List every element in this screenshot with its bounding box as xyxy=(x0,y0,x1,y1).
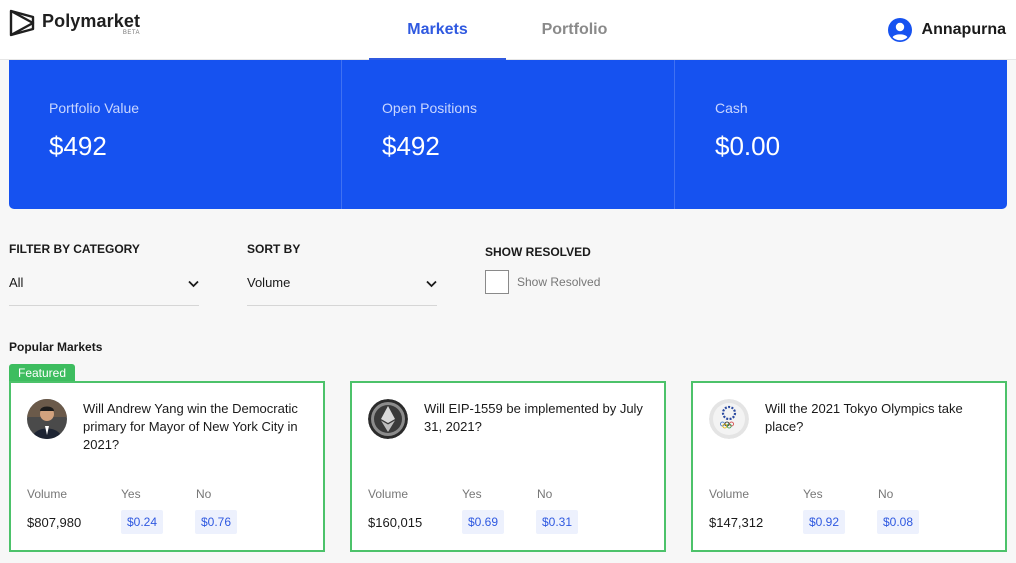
show-resolved-label[interactable]: Show Resolved xyxy=(517,275,600,289)
market-question: Will EIP-1559 be implemented by July 31,… xyxy=(424,401,643,434)
filter-title: FILTER BY CATEGORY xyxy=(9,242,140,256)
stat-label: Open Positions xyxy=(382,100,477,116)
market-card[interactable]: Will the 2021 Tokyo Olympics take place?… xyxy=(691,381,1007,552)
polymarket-logo-icon xyxy=(9,9,35,37)
andrew-yang-photo xyxy=(27,399,67,439)
stat-open-positions: Open Positions $492 xyxy=(342,60,675,209)
market-volume: $147,312 xyxy=(709,515,764,530)
tab-portfolio[interactable]: Portfolio xyxy=(506,0,643,60)
sort-select[interactable]: Volume xyxy=(247,274,437,306)
stat-portfolio-value: Portfolio Value $492 xyxy=(9,60,342,209)
user-menu[interactable]: Annapurna xyxy=(887,18,1006,42)
yes-price-button[interactable]: $0.92 xyxy=(803,510,846,534)
volume-header: Volume xyxy=(368,487,409,501)
ethereum-coin-image xyxy=(368,399,408,439)
sort-filter: SORT BY Volume xyxy=(247,242,437,306)
stat-value: $492 xyxy=(382,131,440,161)
stat-label: Cash xyxy=(715,100,748,116)
beta-tag: BETA xyxy=(122,30,141,36)
featured-badge: Featured xyxy=(9,364,76,382)
category-select-value: All xyxy=(9,275,24,290)
tokyo-olympics-emblem xyxy=(709,399,749,439)
resolved-filter: SHOW RESOLVED Show Resolved xyxy=(485,245,600,294)
category-filter: FILTER BY CATEGORY All xyxy=(9,242,199,306)
stat-cash: Cash $0.00 xyxy=(675,60,1007,209)
no-header: No xyxy=(196,487,212,501)
yes-price-button[interactable]: $0.69 xyxy=(462,510,505,534)
volume-header: Volume xyxy=(27,487,68,501)
tab-markets[interactable]: Markets xyxy=(369,0,506,60)
user-name: Annapurna xyxy=(921,21,1006,38)
market-card[interactable]: Will Andrew Yang win the Democratic prim… xyxy=(9,381,325,552)
stat-label: Portfolio Value xyxy=(49,100,140,116)
no-price-button[interactable]: $0.31 xyxy=(536,510,579,534)
yes-header: Yes xyxy=(803,487,823,501)
volume-header: Volume xyxy=(709,487,750,501)
stat-value: $0.00 xyxy=(715,131,781,161)
top-header: Polymarket BETA Markets Portfolio Annapu… xyxy=(0,0,1016,60)
no-header: No xyxy=(537,487,553,501)
market-card[interactable]: Will EIP-1559 be implemented by July 31,… xyxy=(350,381,666,552)
sort-select-value: Volume xyxy=(247,275,291,290)
no-price-button[interactable]: $0.76 xyxy=(195,510,238,534)
yes-header: Yes xyxy=(462,487,482,501)
portfolio-stats-banner: Portfolio Value $492 Open Positions $492… xyxy=(9,60,1007,209)
chevron-down-icon xyxy=(188,280,199,288)
show-resolved-checkbox[interactable] xyxy=(485,270,509,294)
user-circle-icon xyxy=(887,18,912,42)
market-question: Will Andrew Yang win the Democratic prim… xyxy=(83,401,298,452)
show-resolved-toggle: Show Resolved xyxy=(485,270,600,294)
popular-markets-title: Popular Markets xyxy=(9,340,103,354)
category-select[interactable]: All xyxy=(9,274,199,306)
market-volume: $807,980 xyxy=(27,515,82,530)
no-header: No xyxy=(878,487,894,501)
market-volume: $160,015 xyxy=(368,515,423,530)
filter-title: SORT BY xyxy=(247,242,301,256)
polymarket-logo[interactable]: Polymarket BETA xyxy=(9,9,140,37)
yes-price-button[interactable]: $0.24 xyxy=(121,510,164,534)
main-nav: Markets Portfolio xyxy=(369,0,643,60)
market-question: Will the 2021 Tokyo Olympics take place? xyxy=(765,401,963,434)
chevron-down-icon xyxy=(426,280,437,288)
no-price-button[interactable]: $0.08 xyxy=(877,510,920,534)
filter-title: SHOW RESOLVED xyxy=(485,245,591,259)
yes-header: Yes xyxy=(121,487,141,501)
stat-value: $492 xyxy=(49,131,107,161)
